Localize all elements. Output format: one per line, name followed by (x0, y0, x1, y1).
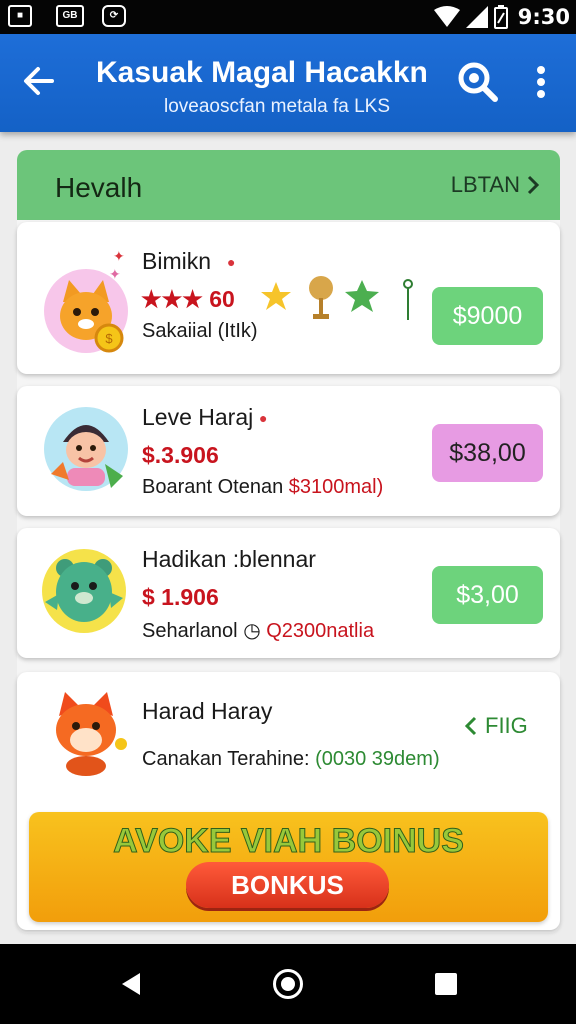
trophy-icon (309, 276, 333, 319)
buy-button[interactable]: $9000 (432, 287, 543, 345)
more-options-icon[interactable] (526, 60, 556, 104)
character-avatar (41, 404, 131, 494)
battery-icon (493, 5, 508, 29)
list-item[interactable]: Leve Haraj ● $.3.906 Boarant Otenan $310… (17, 386, 560, 516)
bonus-button[interactable]: BONKUS (186, 862, 389, 908)
bonus-banner[interactable]: AVOKE VIAH BOINUS BONKUS (29, 812, 548, 922)
item-description-extra: $3100mal) (288, 476, 384, 498)
section-link[interactable]: LBTAN (451, 172, 540, 198)
svg-text:$: $ (105, 331, 113, 346)
clock-icon: ◷ (243, 620, 261, 642)
sparkle-icon: ✦ (109, 266, 121, 282)
nav-back-icon[interactable] (118, 971, 144, 997)
item-description-extra: (0030 39dem) (315, 748, 440, 770)
item-price: $ 1.906 (142, 584, 219, 610)
item-action-label: FIIG (485, 713, 528, 738)
fox-character-icon (56, 692, 127, 776)
chevron-right-icon (527, 175, 540, 195)
item-price: $.3.906 (142, 442, 219, 468)
item-name: Bimikn (142, 248, 212, 274)
buy-button[interactable]: $38,00 (432, 424, 543, 482)
section-header: Hevalh LBTAN (17, 150, 560, 220)
gallery-notification-icon: ■ (8, 5, 32, 27)
item-description-text: Seharlanol (142, 620, 238, 642)
item-action[interactable]: FIIG (465, 706, 543, 746)
bonus-title: AVOKE VIAH BOINUS (113, 822, 465, 861)
search-icon[interactable] (454, 58, 500, 104)
item-description-text: Boarant Otenan (142, 476, 284, 498)
app-title: Kasuak Magal Hacakkn (96, 56, 428, 89)
app-subtitle: loveaoscfan metala fa LKS (164, 96, 391, 117)
nav-recents-icon[interactable] (435, 973, 457, 995)
list-item[interactable]: Hadikan :blennar $ 1.906 Seharlanol ◷ Q2… (17, 528, 560, 658)
sparkle-icon: ● (227, 254, 236, 270)
sync-notification-icon: ⟳ (102, 5, 126, 27)
list-item[interactable]: $ ✦ ✦ Bimikn ● ★★★ 60 Sakaiial (ItIk) $9… (17, 222, 560, 374)
clock: 9:30 (517, 5, 570, 29)
chevron-left-icon (465, 716, 477, 736)
status-bar: ■ GB ⟳ 9:30 (0, 0, 576, 34)
section-link-label: LBTAN (450, 172, 520, 197)
item-name: Leve Haraj (142, 404, 254, 430)
item-description: Boarant Otenan $3100mal) (142, 476, 383, 499)
star-icon (261, 282, 291, 310)
wifi-icon (433, 6, 460, 27)
character-avatar (39, 546, 129, 636)
item-rating: ★★★ 60 (141, 286, 235, 312)
item-description-text: Canakan Terahine: (142, 748, 310, 770)
green-star-icon (345, 280, 379, 312)
kid-character-icon (44, 407, 128, 491)
character-avatar (41, 686, 131, 776)
sparkle-icon: ✦ (113, 248, 125, 264)
section-title: Hevalh (55, 172, 143, 203)
buy-button[interactable]: $3,00 (432, 566, 543, 624)
back-arrow-icon[interactable] (18, 60, 60, 102)
item-name: Harad Haray (142, 698, 273, 724)
bear-character-icon (42, 549, 126, 633)
item-description: Sakaiial (ItIk) (142, 320, 258, 342)
item-description-extra: Q2300natlia (266, 620, 375, 642)
app-bar: Kasuak Magal Hacakkn loveaoscfan metala … (0, 34, 576, 132)
nav-home-icon[interactable] (273, 969, 303, 999)
item-description: Canakan Terahine: (0030 39dem) (142, 748, 440, 771)
item-description: Seharlanol ◷ Q2300natlia (142, 618, 374, 643)
chat-notification-icon: GB (56, 5, 84, 27)
navigation-bar (0, 944, 576, 1024)
item-name: Hadikan :blennar (142, 546, 316, 572)
sparkle-icon: ● (259, 410, 268, 426)
wand-icon (403, 279, 413, 320)
signal-icon (465, 6, 488, 28)
